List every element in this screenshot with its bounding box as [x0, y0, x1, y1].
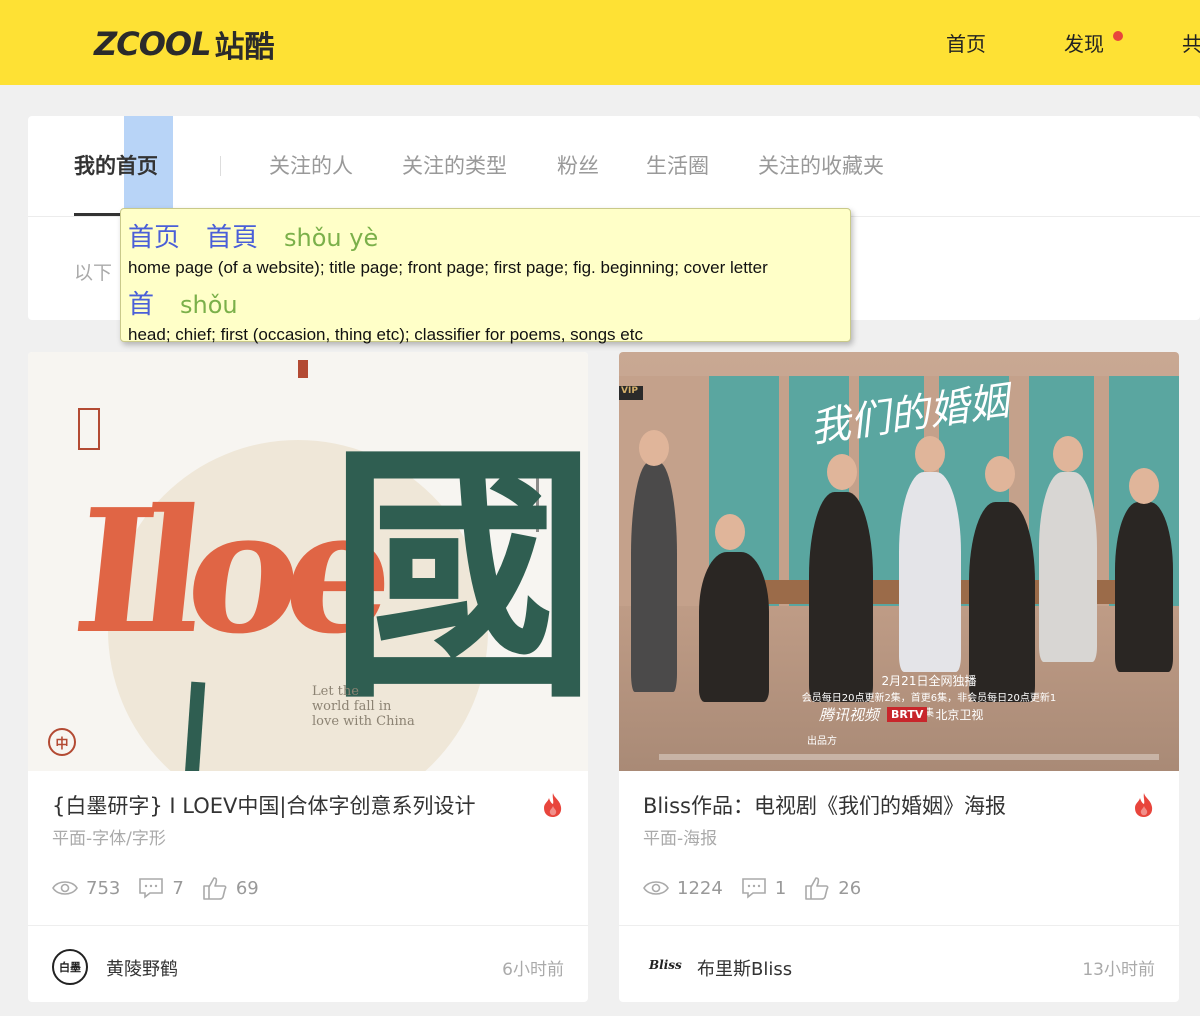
work-title[interactable]: {白墨研字} I LOEV中国|合体字创意系列设计: [52, 790, 475, 820]
dict-entry-1-header: 首页 首頁 shǒu yè: [128, 217, 843, 254]
author-avatar[interactable]: 白墨: [52, 949, 88, 985]
dict-pinyin: shǒu: [180, 291, 238, 319]
eye-icon: [52, 881, 78, 895]
author-name[interactable]: 黄陵野鹤: [106, 955, 178, 981]
thumbs-up-icon: [805, 877, 829, 900]
tab-my-home[interactable]: 我的首页: [74, 150, 158, 180]
like-count[interactable]: 69: [202, 876, 259, 900]
tab-subtext: 以下: [74, 262, 113, 284]
tab-fans[interactable]: 粉丝: [557, 150, 599, 180]
work-category[interactable]: 平面-海报: [643, 824, 717, 849]
card-footer-divider: [619, 925, 1179, 926]
logo-word: ZCOOL: [94, 25, 211, 63]
eye-icon: [643, 881, 669, 895]
comment-count[interactable]: 7: [138, 877, 184, 899]
dict-definition: head; chief; first (occasion, thing etc)…: [128, 325, 643, 344]
zcool-logo[interactable]: ZCOOL 站酷: [94, 22, 274, 66]
tab-separator: [220, 156, 221, 176]
art-guo-character: 國: [328, 419, 588, 734]
view-count: 753: [52, 878, 120, 899]
nav-share[interactable]: 共: [1182, 28, 1200, 57]
notification-dot: [1113, 31, 1123, 41]
poster-figure: [631, 462, 677, 692]
dict-definition: home page (of a website); title page; fr…: [128, 258, 768, 277]
poster-brands: 腾讯视频 BRTV 北京卫视: [819, 704, 983, 725]
poster-head: [1053, 436, 1083, 472]
view-count: 1224: [643, 878, 723, 899]
work-card[interactable]: 我们的婚姻 VIP 2月21日全网独播 会员每日20点更新2集，首更6集，非会员…: [619, 352, 1179, 1002]
poster-head: [715, 514, 745, 550]
vip-badge: VIP: [619, 386, 643, 400]
poster-head: [639, 430, 669, 466]
comment-count[interactable]: 1: [741, 877, 786, 899]
poster-head: [1129, 468, 1159, 504]
hot-fire-icon: [1135, 793, 1153, 817]
hot-fire-icon: [544, 793, 562, 817]
like-count[interactable]: 26: [804, 876, 861, 900]
work-stats: 753 7 69: [52, 876, 277, 900]
art-seal-top: [298, 360, 308, 378]
dict-traditional: 首頁: [206, 223, 259, 253]
work-card[interactable]: Iloe 國 Let the world fall in love with C…: [28, 352, 588, 1002]
work-cover-image[interactable]: 我们的婚姻 VIP 2月21日全网独播 会员每日20点更新2集，首更6集，非会员…: [619, 352, 1179, 771]
nav-discover[interactable]: 发现: [1064, 28, 1104, 57]
tab-followed-favorites[interactable]: 关注的收藏夹: [758, 150, 884, 180]
logo-chinese: 站酷: [214, 30, 275, 65]
author-name[interactable]: 布里斯Bliss: [697, 955, 792, 981]
platform-name: 腾讯视频: [819, 706, 880, 724]
comment-icon: [742, 878, 766, 899]
post-time: 13小时前: [1082, 960, 1155, 980]
poster-figure: [809, 492, 873, 702]
comment-icon: [139, 878, 164, 899]
brtv-badge: BRTV: [887, 707, 928, 722]
work-title[interactable]: Bliss作品：电视剧《我们的婚姻》海报: [643, 790, 1006, 820]
dict-pinyin: shǒu yè: [284, 224, 379, 252]
poster-figure: [1115, 502, 1173, 672]
dict-simplified: 首页: [128, 223, 181, 253]
poster-head: [827, 454, 857, 490]
author-avatar[interactable]: Bliss: [649, 958, 682, 972]
tab-life-circle[interactable]: 生活圈: [646, 150, 709, 180]
dictionary-popup: 首页 首頁 shǒu yè home page (of a website); …: [120, 208, 851, 344]
poster-fineprint: [659, 754, 1159, 760]
art-seal-mark: [78, 408, 100, 450]
work-category[interactable]: 平面-字体/字形: [52, 824, 166, 849]
poster-head: [915, 436, 945, 472]
card-footer-divider: [28, 925, 588, 926]
art-tagline: Let the world fall in love with China: [312, 684, 415, 729]
artwork-love-china: Iloe 國 Let the world fall in love with C…: [28, 352, 588, 771]
poster-head: [985, 456, 1015, 492]
top-header: ZCOOL 站酷 首页 发现 共: [0, 0, 1200, 85]
nav-home[interactable]: 首页: [946, 28, 986, 57]
dict-entry-2-header: 首 shǒu: [128, 284, 843, 321]
post-time: 6小时前: [502, 960, 564, 980]
poster-figure: [1039, 472, 1097, 662]
work-cover-image[interactable]: Iloe 國 Let the world fall in love with C…: [28, 352, 588, 771]
dict-simplified: 首: [128, 290, 155, 320]
tab-following-types[interactable]: 关注的类型: [402, 150, 507, 180]
poster-figure: [699, 552, 769, 702]
thumbs-up-icon: [203, 877, 227, 900]
work-stats: 1224 1 26: [643, 876, 879, 900]
artwork-tv-poster: 我们的婚姻 VIP 2月21日全网独播 会员每日20点更新2集，首更6集，非会员…: [619, 352, 1179, 771]
tab-following-people[interactable]: 关注的人: [269, 150, 353, 180]
poster-figure: [899, 472, 961, 672]
art-zhong-seal: 中: [48, 728, 76, 756]
brtv-name: 北京卫视: [935, 708, 984, 722]
producer-label: 出品方: [807, 736, 837, 747]
